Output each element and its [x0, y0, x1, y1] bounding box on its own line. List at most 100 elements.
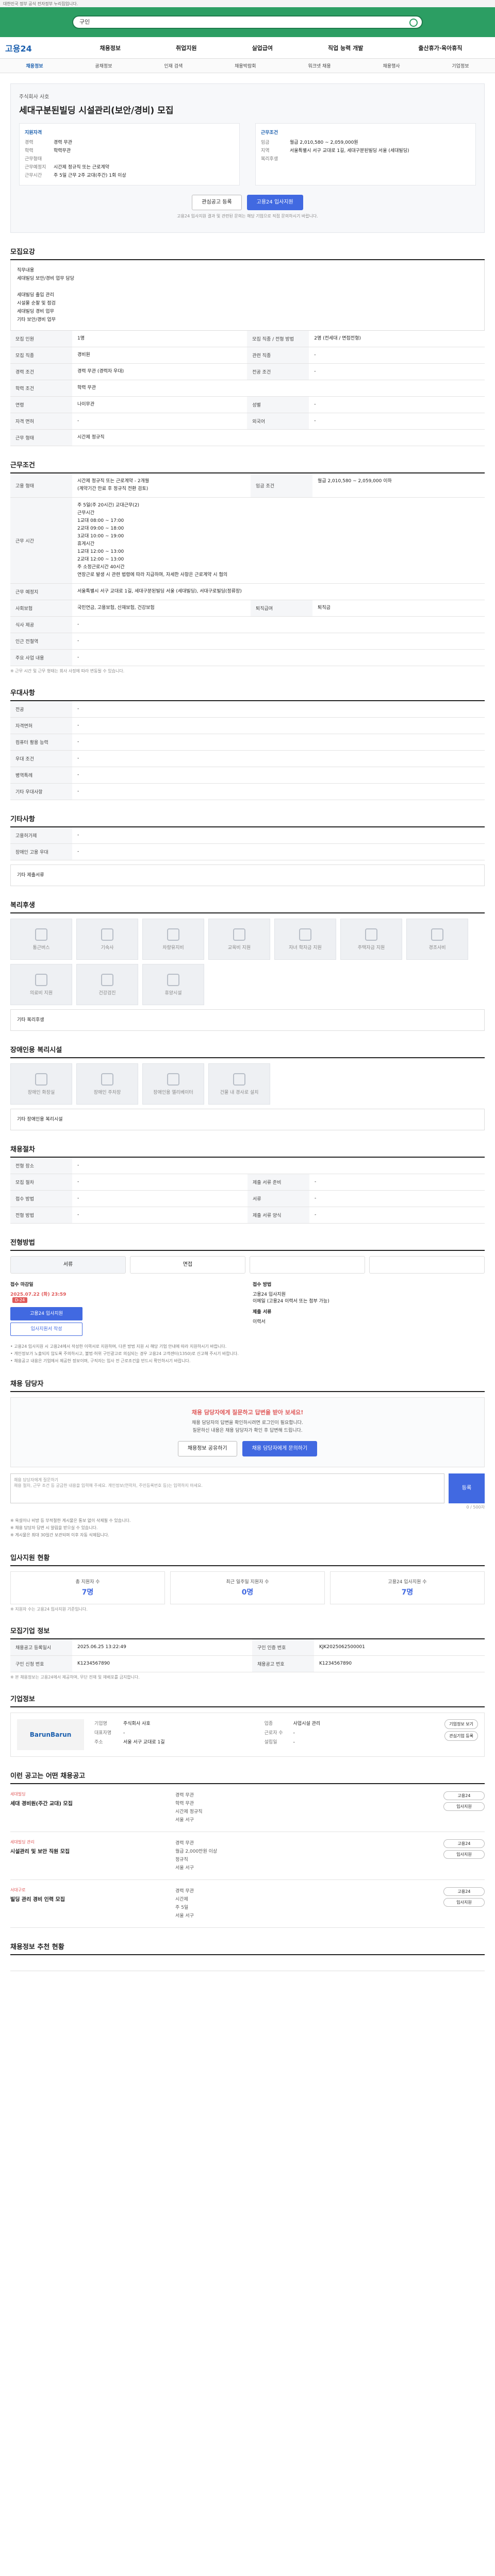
info-row: 병역특례 -	[10, 767, 485, 784]
company-name[interactable]: 주식회사 사호	[19, 92, 476, 100]
stat-card: 고용24 입사지원 수 7명	[330, 1571, 485, 1604]
gnb-item[interactable]: 채용정보	[100, 44, 121, 52]
subnav-item[interactable]: 워크넷 채용	[308, 62, 331, 69]
gov-banner: 대한민국 정부 공식 전자정부 누리집입니다.	[0, 0, 495, 7]
summary-key: 학력	[25, 148, 34, 154]
info-value: -	[72, 413, 248, 430]
benefit-label: 휴양시설	[164, 990, 182, 996]
apply-tab[interactable]	[250, 1256, 365, 1274]
info-key: 외국어	[247, 413, 309, 430]
summary-value	[54, 155, 234, 163]
apply-tab[interactable]	[369, 1256, 485, 1274]
apply-notice: 고용24 입사지원 결과 및 관련된 문의는 해당 기업으로 직접 문의하시기 …	[177, 214, 318, 218]
subnav-item[interactable]: 공채정보	[95, 62, 112, 69]
info-key: 고용 형태	[10, 473, 72, 498]
stat-row: 총 지원자 수 7명 최근 일주일 지원자 수 0명 고용24 입사지원 수 7명	[10, 1571, 485, 1604]
recommend-detail: 경력 무관	[175, 1841, 194, 1846]
apply-now-button[interactable]: 고용24 입사지원	[10, 1307, 82, 1320]
recommend-button[interactable]: 고용24	[443, 1839, 485, 1848]
submit-question-button[interactable]: 등록	[449, 1473, 485, 1503]
info-row: 자격면허 -	[10, 717, 485, 734]
deadline-col: 접수 마감일 2025.07.22 (화) 23:59 D-24 고용24 입사…	[10, 1281, 242, 1336]
recommend-left: 세대빌딩세대 경비원(주간 교대) 모집	[10, 1791, 165, 1824]
info-value: -	[309, 1174, 485, 1191]
gnb-item[interactable]: 실업급여	[252, 44, 272, 52]
info-row: 기타 우대사항 -	[10, 783, 485, 800]
search-value: 구인	[79, 19, 90, 25]
search-icon[interactable]	[409, 19, 418, 27]
info-row: 모집 인원 1명 모집 직종 / 전형 방법 2명 (전세대 / 면접전형)	[10, 331, 485, 347]
recommend-button[interactable]: 고용24	[443, 1791, 485, 1800]
recommend-company[interactable]: 세대빌딩	[10, 1791, 165, 1797]
info-key: 인근 전철역	[10, 633, 72, 650]
company-value: -	[123, 1731, 125, 1736]
qa-sub: 채용 담당자의 답변을 확인하시려면 로그인이 필요합니다. 질문하신 내용은 …	[192, 1420, 303, 1433]
benefit-card: 건물 내 경사로 설치	[208, 1063, 270, 1105]
info-key: 모집 절차	[10, 1174, 72, 1191]
ask-button[interactable]: 채용 담당자에게 문의하기	[242, 1441, 318, 1456]
recommend-button[interactable]: 입사지원	[443, 1898, 485, 1907]
method-line-1: 고용24 입사지원	[253, 1292, 286, 1297]
benefit-label: 주택자금 지원	[357, 945, 385, 951]
recommend-title[interactable]: 빌딩 관리 경비 인력 모집	[10, 1895, 165, 1903]
info-row: 연령 나이무관 성별 -	[10, 396, 485, 413]
apply-tab[interactable]: 면접	[130, 1256, 245, 1274]
job-title: 세대구분된빌딩 시설관리(보안/경비) 모집	[19, 106, 174, 116]
note-line: • 고용24 입사지원 시 고용24에서 작성한 이력서로 지원하며, 다른 방…	[10, 1344, 227, 1349]
recommend-section: 이런 공고는 어떤 채용공고 세대빌딩 세대 경비원(주간 교대) 모집 경력 무관…	[10, 1770, 485, 1928]
section-title: 우대사항	[10, 687, 485, 701]
docs-label: 제출 서류	[253, 1310, 272, 1315]
recommend-details: 경력 무관 시간제 주 5일 서울 서구	[175, 1887, 433, 1920]
apply-tab[interactable]: 서류	[10, 1256, 126, 1274]
dday-badge: D-24	[12, 1297, 28, 1303]
gnb-item[interactable]: 직업 능력 개발	[328, 44, 363, 52]
recommend-button[interactable]: 입사지원	[443, 1802, 485, 1811]
info-value: -	[309, 347, 485, 364]
info-key: 전형 장소	[10, 1158, 72, 1174]
qualify-section: 우대사항 전공 - 자격면허 - 컴퓨터 활용 능력 - 우대 조건 - 병역특례 - 기타 우대사…	[10, 687, 485, 800]
gnb-item[interactable]: 취업지원	[176, 44, 196, 52]
info-key: 관련 직종	[247, 347, 309, 364]
info-key: 성별	[247, 396, 309, 413]
recommend-company[interactable]: 세대빌딩 관리	[10, 1839, 165, 1845]
subnav-item[interactable]: 인재 검색	[164, 62, 183, 69]
method-col: 접수 방법 고용24 입사지원 이메일 (고용24 이력서 또는 첨부 가능) …	[253, 1281, 485, 1336]
benefit-card: 통근버스	[10, 919, 72, 960]
info-key: 연령	[10, 396, 72, 413]
summary-key: 임금	[261, 140, 270, 145]
bookmark-button[interactable]: 관심공고 등록	[192, 195, 242, 210]
write-resume-button[interactable]: 입사지원서 작성	[10, 1323, 82, 1336]
info-key: 병역특례	[10, 767, 72, 784]
summary-row: 지역 서울특별시 서구 교대로 1길, 세대구분된빌딩 서울 (세대빌딩)	[261, 147, 470, 155]
job-info-table: 채용공고 등록일시 2025.06.25 13:22:49 구인 인증 번호 KJK2…	[10, 1639, 485, 1672]
info-value: 1명	[72, 331, 248, 347]
share-button[interactable]: 채용정보 공유하기	[177, 1441, 237, 1456]
recommend-title[interactable]: 시설관리 및 보안 직원 모집	[10, 1847, 165, 1855]
recommend-title[interactable]: 세대 경비원(주간 교대) 모집	[10, 1799, 165, 1807]
recommend-company[interactable]: 서대구로	[10, 1887, 165, 1893]
recommend-button[interactable]: 입사지원	[443, 1850, 485, 1859]
summary-value: 학력무관	[54, 148, 71, 154]
method-line-2: 이메일 (고용24 이력서 또는 첨부 가능)	[253, 1299, 329, 1304]
company-value: -	[293, 1740, 295, 1745]
apply-method-section: 전형방법 서류 면접 접수 마감일 2025.07.22 (화) 23:59 D-…	[10, 1237, 485, 1365]
benefit-icon	[365, 928, 377, 941]
qualify-table: 전공 - 자격면허 - 컴퓨터 활용 능력 - 우대 조건 - 병역특례 - 기타 우대사항 -	[10, 701, 485, 800]
subnav-item[interactable]: 채용정보	[26, 62, 43, 69]
gnb-item[interactable]: 출산휴가·육아휴직	[418, 44, 462, 52]
summary-key: 복리후생	[261, 157, 278, 162]
info-value: K1234567890	[314, 1655, 485, 1672]
recommend-button[interactable]: 고용24	[443, 1887, 485, 1896]
subnav-item[interactable]: 채용박람회	[235, 62, 256, 69]
subnav-item[interactable]: 기업정보	[452, 62, 469, 69]
info-value: 국민연금, 고용보험, 산재보험, 건강보험	[72, 600, 251, 617]
company-action-button[interactable]: 관심기업 등록	[444, 1731, 478, 1741]
question-textarea[interactable]: 채용 담당자에게 질문하기 채용 절차, 근무 조건 등 궁금한 내용을 입력해…	[10, 1473, 444, 1503]
search-input[interactable]: 구인	[72, 15, 423, 29]
info-value: -	[72, 734, 485, 751]
company-action-button[interactable]: 기업정보 보기	[444, 1719, 478, 1729]
logo[interactable]: 고용24	[5, 42, 72, 54]
subnav-item[interactable]: 채용행사	[383, 62, 400, 69]
info-key: 경력 조건	[10, 363, 72, 380]
apply-button[interactable]: 고용24 입사지원	[246, 195, 303, 210]
